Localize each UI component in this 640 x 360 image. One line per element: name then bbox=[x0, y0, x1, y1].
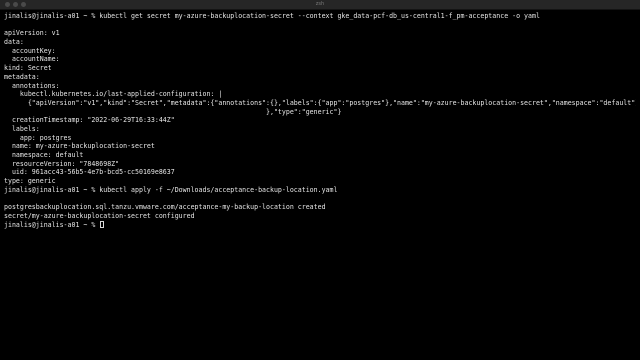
terminal-line: },"type":"generic"} bbox=[4, 107, 342, 116]
terminal-prompt-line[interactable]: jinalis@jinalis-a01 ~ % bbox=[4, 220, 636, 230]
terminal-line: app: postgres bbox=[4, 133, 72, 142]
terminal-line: name: my-azure-backuplocation-secret bbox=[4, 142, 155, 151]
terminal-line: accountKey: bbox=[4, 46, 56, 55]
window-title: zsh bbox=[315, 1, 325, 7]
terminal-line: {"apiVersion":"v1","kind":"Secret","meta… bbox=[4, 98, 636, 107]
terminal-line: metadata: bbox=[4, 72, 40, 81]
terminal-line: namespace: default bbox=[4, 151, 84, 159]
terminal-line: resourceVersion: "7848698Z" bbox=[4, 159, 120, 168]
terminal-line: creationTimestamp: "2022-06-29T16:33:44Z… bbox=[4, 116, 175, 125]
terminal-line: type: generic bbox=[4, 177, 56, 186]
terminal-window: zsh jinalis@jinalis-a01 ~ % kubectl get … bbox=[0, 0, 640, 360]
terminal-line: annotations: bbox=[4, 81, 60, 90]
terminal-line: labels: bbox=[4, 124, 40, 133]
terminal-prompt: jinalis@jinalis-a01 ~ % bbox=[4, 220, 100, 229]
terminal-line: postgresbackuplocation.sql.tanzu.vmware.… bbox=[4, 203, 326, 212]
terminal-line: accountName: bbox=[4, 55, 60, 64]
terminal-line: apiVersion: v1 bbox=[4, 29, 60, 38]
terminal-line: secret/my-azure-backuplocation-secret co… bbox=[4, 211, 195, 220]
terminal-line: kind: Secret bbox=[4, 64, 52, 73]
terminal-line: data: bbox=[4, 38, 24, 47]
terminal-line: jinalis@jinalis-a01 ~ % kubectl get secr… bbox=[4, 12, 540, 20]
terminal-line: kubectl.kubernetes.io/last-applied-confi… bbox=[4, 90, 223, 99]
terminal-line: jinalis@jinalis-a01 ~ % kubectl apply -f… bbox=[4, 185, 338, 194]
terminal-output[interactable]: jinalis@jinalis-a01 ~ % kubectl get secr… bbox=[4, 12, 636, 352]
title-bar: zsh bbox=[0, 0, 640, 10]
cursor bbox=[100, 220, 105, 228]
terminal-line: uid: 961acc43-56b5-4e7b-bcd5-cc50169e863… bbox=[4, 168, 175, 177]
